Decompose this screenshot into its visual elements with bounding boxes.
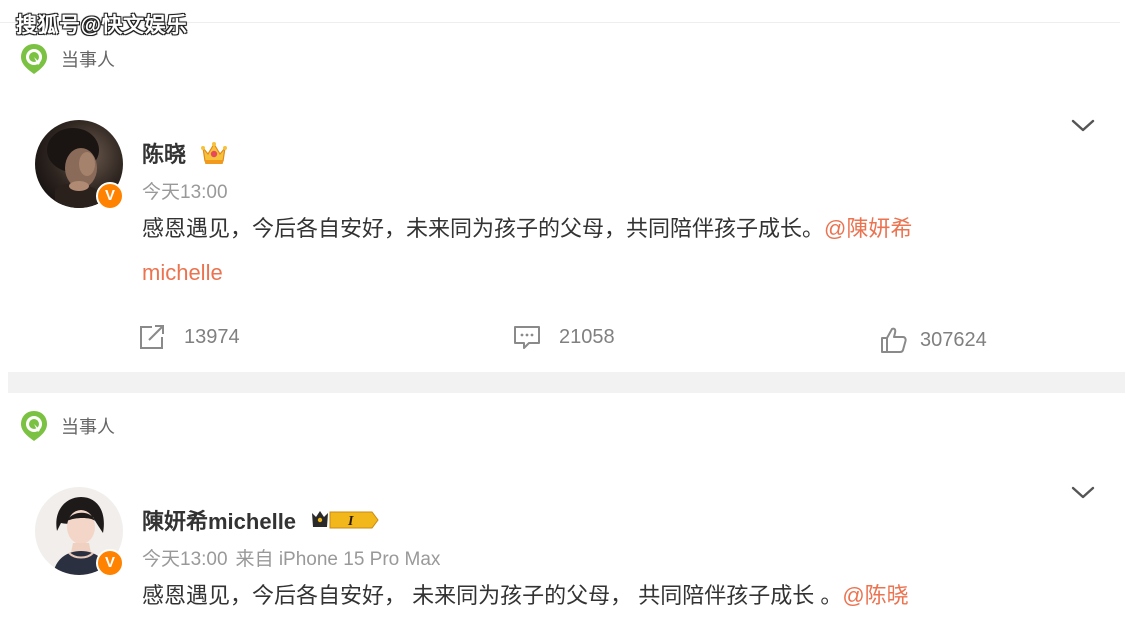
weibo-post-2: 当事人 V 陳妍希michelle I 今天13:00 来自 iPhone 15 … [0, 393, 1126, 634]
thumbs-up-icon [881, 327, 907, 353]
crown-badge-icon[interactable] [200, 140, 228, 166]
location-leaf-icon [21, 411, 47, 441]
post-source: 来自 iPhone 15 Pro Max [235, 549, 441, 570]
verified-badge: V [96, 182, 124, 210]
vip-level-text: I [347, 514, 354, 529]
weibo-post-1: 当事人 V 陈晓 今天13:00 感恩遇见，今后各自安好，未来同为孩子的父母，共… [0, 0, 1126, 372]
post-meta: 今天13:00 [142, 177, 228, 204]
location-leaf-icon [21, 44, 47, 74]
comment-button[interactable]: 21058 [513, 324, 615, 350]
post-text: 感恩遇见，今后各自安好， 未来同为孩子的父母， 共同陪伴孩子成长 。 [142, 583, 843, 608]
username[interactable]: 陈晓 [142, 137, 186, 169]
post-separator [8, 372, 1125, 393]
mention-link[interactable]: @陈晓 [842, 583, 908, 608]
repost-count: 13974 [184, 325, 240, 348]
verified-badge: V [96, 549, 124, 577]
post-meta: 今天13:00 来自 iPhone 15 Pro Max [142, 544, 440, 571]
mention-link-continuation[interactable]: michelle [142, 260, 223, 285]
mention-link[interactable]: @陳妍希 [824, 216, 912, 241]
tag-label: 当事人 [61, 417, 115, 437]
like-button[interactable]: 307624 [880, 326, 987, 354]
chevron-down-icon[interactable] [1070, 118, 1096, 134]
comment-count: 21058 [559, 325, 615, 348]
post-tag[interactable]: 当事人 [20, 43, 115, 75]
repost-button[interactable]: 13974 [138, 324, 240, 350]
post-time[interactable]: 今天13:00 [142, 549, 228, 570]
user-name-row: 陈晓 [142, 137, 228, 169]
user-name-row: 陳妍希michelle I [142, 504, 380, 536]
post-tag[interactable]: 当事人 [20, 410, 115, 442]
post-text: 感恩遇见，今后各自安好，未来同为孩子的父母，共同陪伴孩子成长。 [142, 216, 825, 241]
post-content: 感恩遇见，今后各自安好， 未来同为孩子的父母， 共同陪伴孩子成长 。@陈晓 [142, 574, 1022, 618]
avatar[interactable]: V [35, 120, 124, 210]
comment-icon [514, 326, 540, 349]
like-count: 307624 [920, 328, 987, 351]
post-content: 感恩遇见，今后各自安好，未来同为孩子的父母，共同陪伴孩子成长。@陳妍希 mich… [142, 207, 1022, 295]
avatar[interactable]: V [35, 487, 124, 577]
watermark-text: 搜狐号@快文娱乐 [16, 14, 188, 37]
chevron-down-icon[interactable] [1070, 485, 1096, 501]
username[interactable]: 陳妍希michelle [142, 504, 296, 536]
share-arrow-icon [140, 325, 164, 349]
vip-level-badge-icon[interactable]: I [310, 507, 380, 533]
post-time[interactable]: 今天13:00 [142, 182, 228, 203]
tag-label: 当事人 [61, 50, 115, 70]
